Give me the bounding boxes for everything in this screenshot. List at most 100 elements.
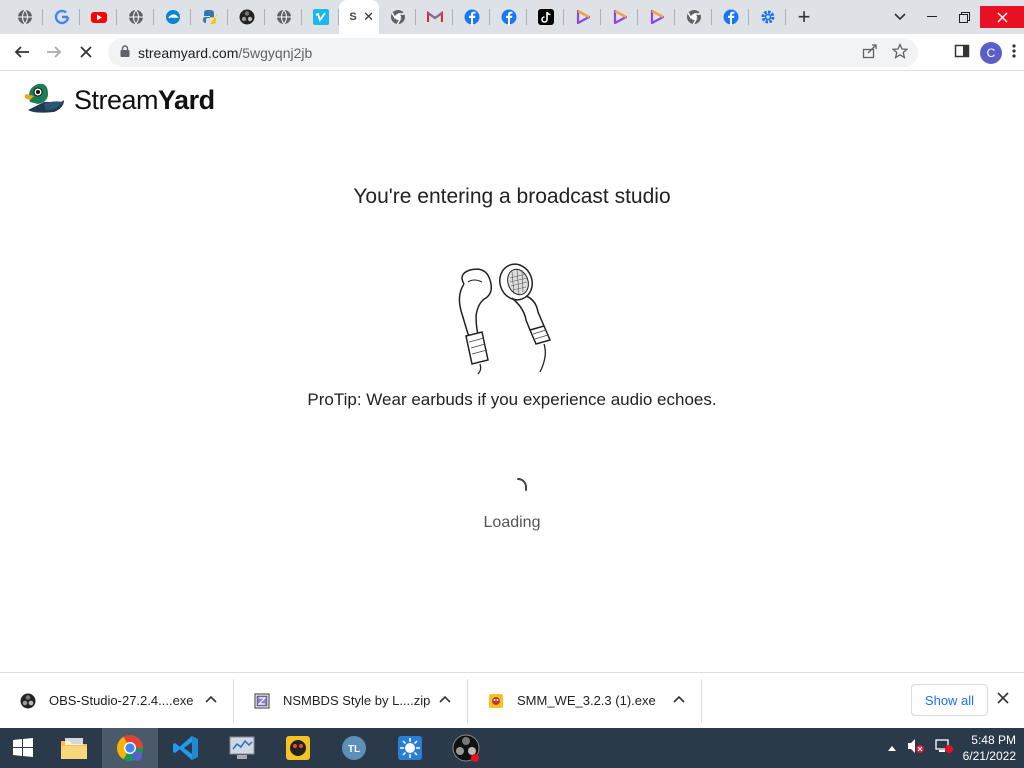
download-item[interactable]: SMM_WE_3.2.3 (1).exe: [468, 678, 702, 723]
globe-icon: [128, 9, 144, 25]
chrome-icon: [390, 9, 406, 25]
browser-tab[interactable]: [490, 0, 527, 34]
globe-icon: [276, 9, 292, 25]
loading-spinner-icon: [507, 476, 529, 503]
tab-streamyard-active[interactable]: S ✕: [339, 0, 379, 34]
google-icon: [54, 9, 70, 25]
game-app-icon[interactable]: [270, 728, 326, 768]
system-monitor-icon[interactable]: [214, 728, 270, 768]
chrome-icon: [686, 9, 702, 25]
obs-taskbar-icon[interactable]: [438, 728, 494, 768]
system-clock[interactable]: 5:48 PM 6/21/2022: [963, 732, 1016, 764]
browser-tab[interactable]: [527, 0, 564, 34]
chrome-taskbar-icon[interactable]: [102, 728, 158, 768]
play-icon: [575, 9, 591, 25]
edge-icon: [165, 9, 181, 25]
share-icon[interactable]: [862, 43, 878, 63]
profile-avatar[interactable]: C: [980, 42, 1002, 64]
vimeo-icon: [312, 9, 329, 25]
globe-icon: [17, 9, 33, 25]
browser-tab[interactable]: [564, 0, 601, 34]
download-file-name: SMM_WE_3.2.3 (1).exe: [517, 693, 656, 708]
zip-icon: [254, 693, 270, 709]
browser-tab[interactable]: [416, 0, 453, 34]
close-window-button[interactable]: [980, 6, 1024, 28]
tray-expand-icon[interactable]: [887, 739, 897, 757]
browser-tab[interactable]: [379, 0, 416, 34]
loading-text: Loading: [483, 514, 541, 531]
forward-button[interactable]: [38, 36, 70, 68]
browser-tab[interactable]: [453, 0, 490, 34]
facebook-icon: [501, 9, 517, 25]
browser-tab[interactable]: [43, 0, 80, 34]
sun-app-icon[interactable]: [382, 728, 438, 768]
browser-tab[interactable]: [302, 0, 339, 34]
browser-tab[interactable]: [228, 0, 265, 34]
page-title: You're entering a broadcast studio: [353, 185, 671, 208]
file-explorer-icon[interactable]: [46, 728, 102, 768]
tab-search-chevron-icon[interactable]: [884, 6, 916, 28]
browser-tab[interactable]: [154, 0, 191, 34]
stop-loading-button[interactable]: [70, 36, 102, 68]
obs-icon: [239, 9, 255, 25]
smm-icon: [488, 693, 504, 709]
gear-icon: [760, 9, 776, 25]
page-content: StreamYard You're entering a broadcast s…: [0, 72, 1024, 672]
browser-tab[interactable]: [191, 0, 228, 34]
python-icon: [202, 9, 218, 25]
download-file-name: OBS-Studio-27.2.4....exe: [49, 693, 194, 708]
download-bar: OBS-Studio-27.2.4....exe NSMBDS Style by…: [0, 672, 1024, 728]
facebook-icon: [723, 9, 739, 25]
system-tray: 5:48 PM 6/21/2022: [887, 728, 1016, 768]
network-icon[interactable]: [934, 738, 953, 759]
close-download-bar-icon[interactable]: [997, 689, 1009, 709]
windows-taskbar: TL 5:48 PM 6/21/2022: [0, 728, 1024, 768]
download-item[interactable]: OBS-Studio-27.2.4....exe: [0, 678, 234, 723]
browser-tab[interactable]: [638, 0, 675, 34]
back-button[interactable]: [6, 36, 38, 68]
volume-muted-icon[interactable]: [907, 738, 925, 759]
streamyard-logo[interactable]: StreamYard: [24, 80, 215, 121]
tl-app-icon[interactable]: TL: [326, 728, 382, 768]
chevron-up-icon[interactable]: [673, 692, 685, 706]
tab-close-icon[interactable]: ✕: [363, 9, 374, 25]
clock-time: 5:48 PM: [971, 733, 1016, 747]
vscode-icon[interactable]: [158, 728, 214, 768]
browser-tab[interactable]: [117, 0, 154, 34]
restore-button[interactable]: [948, 6, 980, 28]
download-item[interactable]: NSMBDS Style by L....zip: [234, 678, 468, 723]
gmail-icon: [426, 9, 443, 25]
address-bar[interactable]: streamyard.com/5wgyqnj2jb: [108, 38, 918, 67]
logo-light-text: Stream: [74, 85, 159, 115]
facebook-icon: [464, 9, 480, 25]
logo-wordmark: StreamYard: [74, 85, 215, 116]
bookmark-star-icon[interactable]: [891, 42, 909, 63]
download-file-name: NSMBDS Style by L....zip: [283, 693, 431, 708]
side-panel-icon[interactable]: [954, 43, 970, 64]
streamyard-favicon: S: [349, 11, 357, 23]
menu-kebab-icon[interactable]: [1012, 43, 1016, 64]
svg-text:TL: TL: [348, 744, 360, 755]
browser-tab[interactable]: [712, 0, 749, 34]
url-text: streamyard.com/5wgyqnj2jb: [138, 45, 312, 61]
browser-tab[interactable]: [601, 0, 638, 34]
chevron-up-icon[interactable]: [205, 692, 217, 706]
youtube-icon: [90, 9, 107, 25]
browser-tab[interactable]: [749, 0, 786, 34]
tiktok-icon: [537, 9, 554, 25]
chevron-up-icon[interactable]: [439, 692, 451, 706]
browser-toolbar: streamyard.com/5wgyqnj2jb C: [0, 34, 1024, 71]
show-all-downloads-button[interactable]: Show all: [911, 684, 988, 716]
obs-icon: [20, 693, 36, 709]
browser-tab[interactable]: [675, 0, 712, 34]
minimize-button[interactable]: [916, 6, 948, 28]
new-tab-button[interactable]: +: [786, 0, 822, 34]
protip-text: ProTip: Wear earbuds if you experience a…: [307, 390, 717, 409]
browser-tab[interactable]: [265, 0, 302, 34]
start-button[interactable]: [0, 728, 46, 768]
browser-tab[interactable]: [80, 0, 117, 34]
url-path: /5wgyqnj2jb: [238, 44, 313, 61]
url-host: streamyard.com: [138, 44, 239, 61]
browser-tab[interactable]: [6, 0, 43, 34]
lock-icon[interactable]: [120, 44, 130, 62]
